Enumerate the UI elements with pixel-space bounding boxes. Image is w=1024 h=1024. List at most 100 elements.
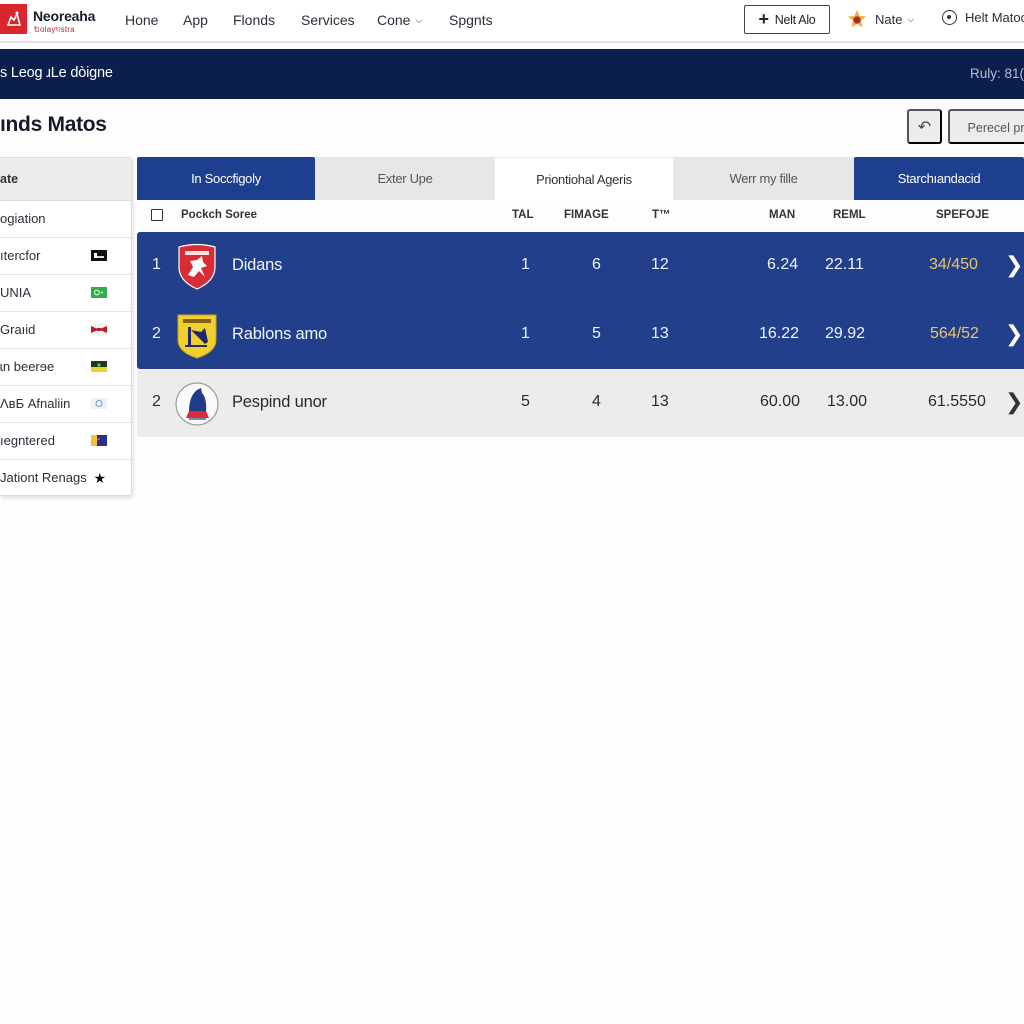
chevron-right-icon[interactable]: ❯ <box>1005 323 1023 345</box>
tab-bar: In Soccfigoly Exter Upe Priontiohal Ager… <box>137 157 1024 200</box>
flag-black-icon <box>91 250 107 261</box>
tab-exter-upe[interactable]: Exter Upe <box>315 157 495 200</box>
column-header-man[interactable]: MAN <box>769 209 795 221</box>
sidebar-item[interactable]: ɅвБ Afnaliin <box>0 386 131 423</box>
sidebar: ate ogiation ıtercfor UNIA Graıid ɩn bee… <box>0 157 132 496</box>
column-header-reml[interactable]: REML <box>833 209 866 221</box>
table-header: Pockch Soree TAL FIMAGE T™ MAN REML SPEF… <box>137 200 1024 232</box>
spefoje-value: 61.5550 <box>928 393 986 410</box>
spefoje-value: 34/450 <box>929 256 978 273</box>
brand-name[interactable]: Neoreaha <box>33 8 95 24</box>
tab-werr-my-fille[interactable]: Werr my fille <box>673 157 854 200</box>
sidebar-item[interactable]: ogiation <box>0 201 131 238</box>
fimage-value: 4 <box>592 393 601 410</box>
tab-label: In Soccfigoly <box>191 171 261 186</box>
flag-circle-icon <box>91 398 107 409</box>
sidebar-item-label: Graıid <box>0 322 36 337</box>
reml-value: 13.00 <box>827 393 868 410</box>
nav-link-label: App <box>183 12 208 28</box>
user-menu[interactable]: Nate ⌵ <box>847 9 914 29</box>
nav-link-home[interactable]: Hone <box>125 12 158 28</box>
tab-starch-andacid[interactable]: Starchıandacid <box>854 157 1024 200</box>
round-badge-crest-icon <box>175 382 219 426</box>
sidebar-item-label: ɅвБ Afnaliin <box>0 396 71 411</box>
tab-label: Priontiohal Ageris <box>536 171 632 187</box>
sidebar-item-label: ɩn beerɘe <box>0 359 55 374</box>
nav-link-label: Hone <box>125 12 159 28</box>
column-header-tal[interactable]: TAL <box>512 209 534 221</box>
nav-link-cone-dropdown[interactable]: Cone ⌵ <box>377 12 422 28</box>
sidebar-item-label: ogiation <box>0 211 46 226</box>
nav-link-spgnts[interactable]: Spgnts <box>449 12 493 28</box>
new-item-button[interactable]: + Nelt Alo <box>744 5 830 34</box>
sidebar-item-label: Jationt Renags <box>0 470 87 485</box>
tm-value: 13 <box>651 325 669 342</box>
sidebar-item[interactable]: Graıid <box>0 312 131 349</box>
sidebar-item[interactable]: ıtercfor <box>0 238 131 275</box>
fimage-value: 5 <box>592 325 601 342</box>
help-link-label: Helt Matoc <box>965 10 1024 25</box>
team-name[interactable]: Pespind unor <box>232 393 327 412</box>
brand-logo-icon[interactable] <box>0 4 27 34</box>
spefoje-value: 564/52 <box>930 325 979 342</box>
tal-value: 5 <box>521 393 530 410</box>
page-title: ınds Matos <box>0 113 107 136</box>
page-action-button[interactable]: Perecel pro <box>948 109 1024 144</box>
reml-value: 29.92 <box>825 325 866 342</box>
flag-green-icon <box>91 287 107 298</box>
yellow-shield-crest-icon <box>177 314 217 359</box>
reply-arrow-icon: ↶ <box>917 118 932 136</box>
target-circle-icon <box>942 10 957 25</box>
sidebar-item-label: UNIA <box>0 285 32 300</box>
chevron-down-icon: ⌵ <box>907 13 915 24</box>
table-row[interactable]: 2 Rablons amo 1 5 13 16.22 29.92 564/52 … <box>137 301 1024 369</box>
banner-title: s Leog ɹLe dòigne <box>0 65 113 81</box>
help-link[interactable]: Helt Matoc <box>942 10 1024 25</box>
tab-priontiohal-ageris[interactable]: Priontiohal Ageris <box>495 157 673 200</box>
column-header-fimage[interactable]: FIMAGE <box>564 209 609 221</box>
column-header-tm[interactable]: T™ <box>652 209 671 221</box>
tal-value: 1 <box>521 256 530 273</box>
table-row[interactable]: 1 Didans 1 6 12 6.24 22.11 34/450 ❯ <box>137 232 1024 300</box>
tm-value: 13 <box>651 393 669 410</box>
plus-icon: + <box>758 8 770 29</box>
man-value: 60.00 <box>760 393 801 410</box>
sidebar-item[interactable]: Jationt Renags ★ <box>0 460 131 495</box>
nav-link-flonds[interactable]: Flonds <box>233 12 275 28</box>
sidebar-item-label: ıtercfor <box>0 248 41 263</box>
rank: 2 <box>152 393 161 410</box>
column-header-team[interactable]: Pockch Soree <box>181 209 257 221</box>
sidebar-item[interactable]: UNIA <box>0 275 131 312</box>
banner-info: Ruly: 81( <box>969 66 1024 81</box>
select-all-checkbox[interactable] <box>151 209 163 221</box>
chevron-down-icon: ⌵ <box>415 15 423 25</box>
back-button[interactable]: ↶ <box>907 109 942 144</box>
reml-value: 22.11 <box>825 256 864 273</box>
chevron-right-icon[interactable]: ❯ <box>1005 254 1023 276</box>
sidebar-item-label: ıegntered <box>0 433 55 448</box>
sidebar-item[interactable]: ıegntered <box>0 423 131 460</box>
nav-link-label: Flonds <box>233 12 276 28</box>
red-shield-crest-icon <box>178 243 216 290</box>
nav-link-label: Services <box>301 12 355 28</box>
top-navigation: Neoreaha Եolayঘstra Hone App Flonds Serv… <box>0 0 1024 43</box>
man-value: 6.24 <box>767 256 799 273</box>
chevron-right-icon[interactable]: ❯ <box>1005 391 1023 413</box>
nav-link-app[interactable]: App <box>183 12 208 28</box>
sidebar-item[interactable]: ɩn beerɘe <box>0 349 131 386</box>
tab-in-soccfigoly[interactable]: In Soccfigoly <box>137 157 315 200</box>
brand-tagline: Եolayঘstra <box>34 25 75 34</box>
tab-label: Exter Upe <box>377 171 433 186</box>
team-name[interactable]: Rablons amo <box>232 325 327 344</box>
nav-link-label: Cone <box>377 12 411 28</box>
table-row[interactable]: 2 Pespind unor 5 4 13 60.00 13.00 61.555… <box>137 369 1024 437</box>
column-header-spefoje[interactable]: SPEFOJE <box>936 209 989 221</box>
new-item-label: Nelt Alo <box>774 12 816 27</box>
tm-value: 12 <box>651 256 669 273</box>
nav-link-services[interactable]: Services <box>301 12 355 28</box>
man-value: 16.22 <box>759 325 800 342</box>
flag-yellow-blue-icon <box>91 435 107 446</box>
star-icon: ★ <box>93 470 106 486</box>
team-name[interactable]: Didans <box>232 256 282 275</box>
user-name: Nate <box>875 11 903 27</box>
